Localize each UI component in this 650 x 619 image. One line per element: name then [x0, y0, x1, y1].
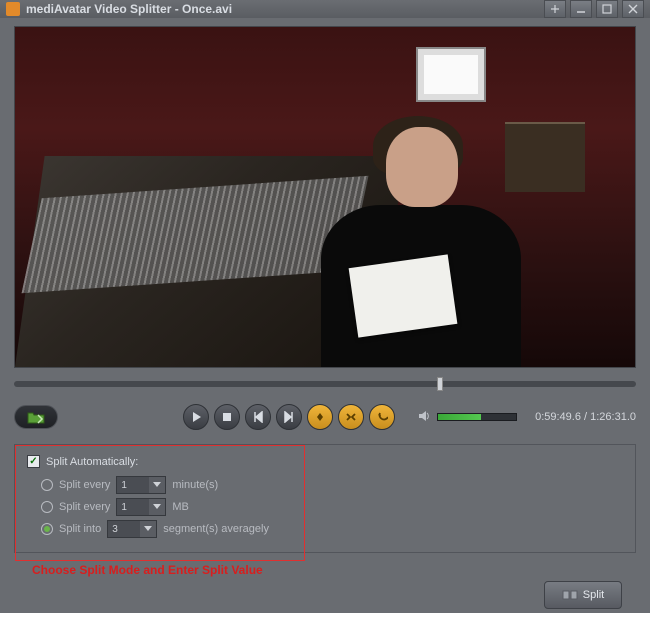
seek-handle[interactable] — [437, 377, 443, 391]
settings-button[interactable] — [544, 0, 566, 18]
window-title: mediAvatar Video Splitter - Once.avi — [26, 2, 544, 16]
split-minutes-pre: Split every — [59, 479, 110, 491]
split-button[interactable]: Split — [544, 581, 622, 609]
app-window: mediAvatar Video Splitter - Once.avi — [0, 0, 650, 613]
seek-bar[interactable] — [14, 374, 636, 394]
mark-split-button[interactable] — [338, 404, 364, 430]
volume-icon[interactable] — [417, 409, 431, 426]
split-minutes-combo[interactable]: 1 — [116, 476, 166, 494]
stop-button[interactable] — [214, 404, 240, 430]
close-button[interactable] — [622, 0, 644, 18]
volume-fill — [438, 414, 481, 420]
split-auto-checkbox[interactable]: ✓ — [27, 455, 40, 468]
split-mb-combo[interactable]: 1 — [116, 498, 166, 516]
prev-button[interactable] — [245, 404, 271, 430]
video-preview[interactable] — [14, 26, 636, 368]
split-segments-pre: Split into — [59, 523, 101, 535]
play-button[interactable] — [183, 404, 209, 430]
time-display: 0:59:49.6 / 1:26:31.0 — [535, 411, 636, 423]
next-button[interactable] — [276, 404, 302, 430]
split-auto-label: Split Automatically: — [46, 456, 138, 468]
video-scene — [15, 27, 635, 367]
titlebar[interactable]: mediAvatar Video Splitter - Once.avi — [0, 0, 650, 18]
minimize-button[interactable] — [570, 0, 592, 18]
content-area: 0:59:49.6 / 1:26:31.0 ✓ Split Automatica… — [0, 18, 650, 619]
split-options-panel: ✓ Split Automatically: Split every 1 min… — [14, 444, 636, 553]
split-icon — [562, 589, 578, 601]
controls-row: 0:59:49.6 / 1:26:31.0 — [14, 404, 636, 430]
mark-end-button[interactable] — [369, 404, 395, 430]
chevron-down-icon[interactable] — [140, 521, 156, 537]
open-file-button[interactable] — [14, 405, 58, 429]
split-segments-combo[interactable]: 3 — [107, 520, 157, 538]
split-segments-post: segment(s) averagely — [163, 523, 269, 535]
split-mb-post: MB — [172, 501, 189, 513]
volume-slider[interactable] — [437, 413, 517, 421]
chevron-down-icon[interactable] — [149, 477, 165, 493]
maximize-button[interactable] — [596, 0, 618, 18]
mark-start-button[interactable] — [307, 404, 333, 430]
chevron-down-icon[interactable] — [149, 499, 165, 515]
app-icon — [6, 2, 20, 16]
split-minutes-post: minute(s) — [172, 479, 218, 491]
split-mb-pre: Split every — [59, 501, 110, 513]
split-minutes-radio[interactable] — [41, 479, 53, 491]
annotation-text: Choose Split Mode and Enter Split Value — [32, 563, 636, 577]
split-mb-radio[interactable] — [41, 501, 53, 513]
split-segments-radio[interactable] — [41, 523, 53, 535]
